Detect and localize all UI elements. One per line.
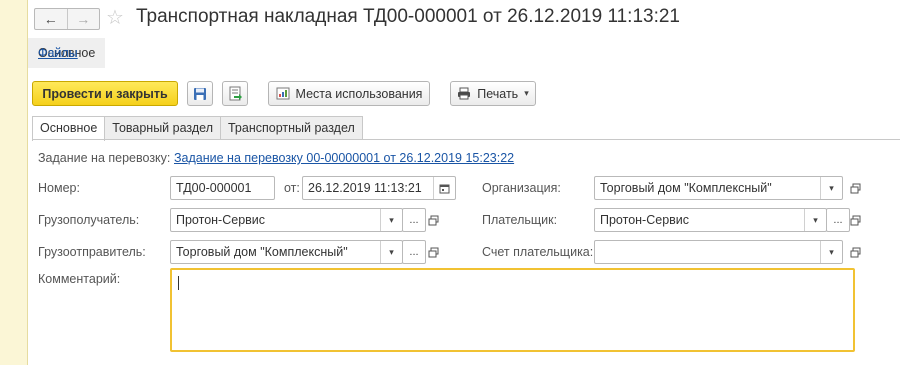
tab-goods-section[interactable]: Товарный раздел [104,116,221,140]
payer-open-button[interactable] [846,208,864,232]
usage-places-label: Места использования [295,86,423,101]
chevron-down-icon: ▾ [524,88,529,98]
organization-label: Организация: [482,181,561,195]
number-label: Номер: [38,181,80,195]
date-label: от: [284,181,300,195]
chevron-down-icon: ▾ [829,246,834,257]
post-document-icon [229,86,242,101]
consignee-open-button[interactable] [424,208,442,232]
shipper-label: Грузоотправитель: [38,245,146,259]
date-value: 26.12.2019 11:13:21 [308,181,422,195]
chevron-down-icon: ▾ [389,246,394,257]
consignee-value: Протон-Сервис [176,213,266,227]
consignee-choose-button[interactable]: ... [402,208,426,232]
left-sidebar-stripe [0,0,28,365]
payer-value: Протон-Сервис [600,213,690,227]
open-window-icon [428,247,438,257]
shipper-dropdown[interactable]: ▾ [380,241,402,263]
payer-dropdown[interactable]: ▾ [804,209,826,231]
printer-icon [457,87,471,100]
choose-icon: ... [409,246,419,258]
payer-account-open-button[interactable] [846,240,864,264]
back-button[interactable]: ← [35,9,67,29]
calendar-icon [439,184,450,193]
tab-transport-section[interactable]: Транспортный раздел [219,116,363,140]
form-tabs: Основное Товарный раздел Транспортный ра… [32,116,363,141]
shipper-open-button[interactable] [424,240,442,264]
number-field[interactable]: ТД00-000001 [170,176,275,200]
post-and-close-button[interactable]: Провести и закрыть [32,81,178,106]
number-value: ТД00-000001 [176,181,252,195]
chevron-down-icon: ▾ [829,182,834,193]
calendar-button[interactable] [433,177,455,199]
payer-account-field[interactable]: ▾ [594,240,843,264]
chevron-down-icon: ▾ [813,214,818,225]
navigation-panel: Основное Файлы [28,38,106,68]
tab-main[interactable]: Основное [32,116,106,141]
choose-icon: ... [409,214,419,226]
forward-button[interactable]: → [66,9,100,29]
save-button[interactable] [187,81,213,106]
organization-value: Торговый дом "Комплексный" [600,181,772,195]
open-window-icon [850,247,860,257]
page-title: Транспортная накладная ТД00-000001 от 26… [136,6,680,27]
consignee-field[interactable]: Протон-Сервис ▾ [170,208,403,232]
task-link[interactable]: Задание на перевозку 00-00000001 от 26.1… [174,151,514,165]
command-bar: Провести и закрыть Места использования П… [32,81,892,106]
panel-tab-files[interactable]: Файлы [28,38,88,68]
payer-field[interactable]: Протон-Сервис ▾ [594,208,827,232]
open-window-icon [850,215,860,225]
payer-label: Плательщик: [482,213,558,227]
post-and-close-label: Провести и закрыть [42,86,168,101]
open-window-icon [850,183,860,193]
comment-label: Комментарий: [38,272,121,286]
date-field[interactable]: 26.12.2019 11:13:21 [302,176,456,200]
print-button[interactable]: Печать ▾ [450,81,536,106]
history-nav: ← → [34,8,100,30]
usage-places-button[interactable]: Места использования [268,81,430,106]
consignee-label: Грузополучатель: [38,213,140,227]
print-label: Печать [477,86,519,101]
organization-field[interactable]: Торговый дом "Комплексный" ▾ [594,176,843,200]
arrow-left-icon: ← [43,11,58,27]
comment-textarea[interactable] [170,268,855,352]
shipper-field[interactable]: Торговый дом "Комплексный" ▾ [170,240,403,264]
favorite-star-icon[interactable]: ☆ [106,5,124,30]
organization-dropdown[interactable]: ▾ [820,177,842,199]
organization-open-button[interactable] [846,176,864,200]
tabs-divider [32,139,900,140]
chevron-down-icon: ▾ [389,214,394,225]
document-form: ← → ☆ Транспортная накладная ТД00-000001… [28,0,900,365]
floppy-disk-icon [194,87,206,100]
usage-icon [276,87,290,100]
open-window-icon [428,215,438,225]
consignee-dropdown[interactable]: ▾ [380,209,402,231]
payer-account-dropdown[interactable]: ▾ [820,241,842,263]
shipper-value: Торговый дом "Комплексный" [176,245,348,259]
shipper-choose-button[interactable]: ... [402,240,426,264]
arrow-right-icon: → [76,11,91,27]
payer-account-value [595,241,820,263]
post-button[interactable] [222,81,248,106]
text-cursor [178,276,179,290]
payer-account-label: Счет плательщика: [482,245,594,259]
task-label: Задание на перевозку: [38,151,171,165]
